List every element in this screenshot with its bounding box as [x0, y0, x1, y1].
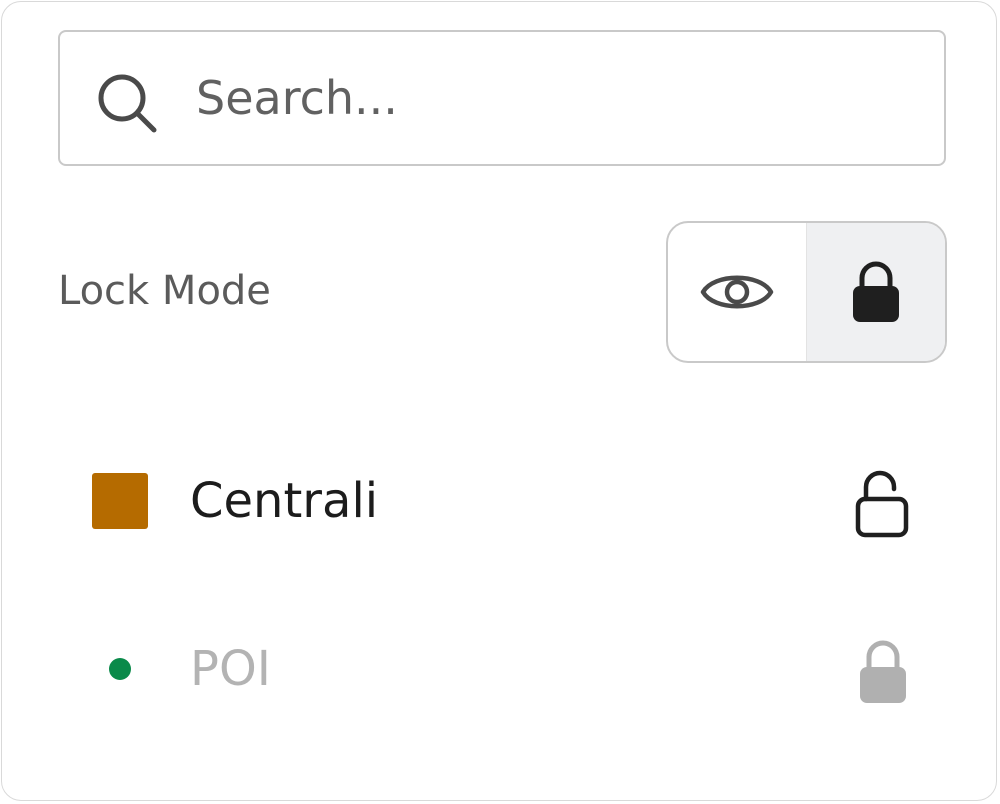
layer-label: POI [190, 641, 271, 697]
lock-icon[interactable] [852, 635, 914, 707]
lock-icon [853, 261, 899, 322]
layer-row-centrali[interactable]: Centrali [62, 451, 942, 551]
lock-mode-toggle [666, 221, 947, 363]
eye-icon [700, 275, 774, 309]
lock-mode-label: Lock Mode [58, 268, 271, 314]
search-icon [98, 74, 157, 133]
unlock-icon[interactable] [852, 467, 914, 539]
lock-mode-segment[interactable] [806, 223, 945, 361]
view-mode-segment[interactable] [668, 223, 806, 361]
layer-label: Centrali [190, 473, 379, 529]
layer-color-dot [109, 658, 131, 680]
search-box[interactable] [58, 30, 946, 166]
layer-row-poi[interactable]: POI [62, 619, 942, 719]
search-input[interactable] [196, 56, 896, 140]
layer-panel: Lock Mode Centrali POI [1, 1, 997, 801]
layer-color-swatch [92, 473, 148, 529]
